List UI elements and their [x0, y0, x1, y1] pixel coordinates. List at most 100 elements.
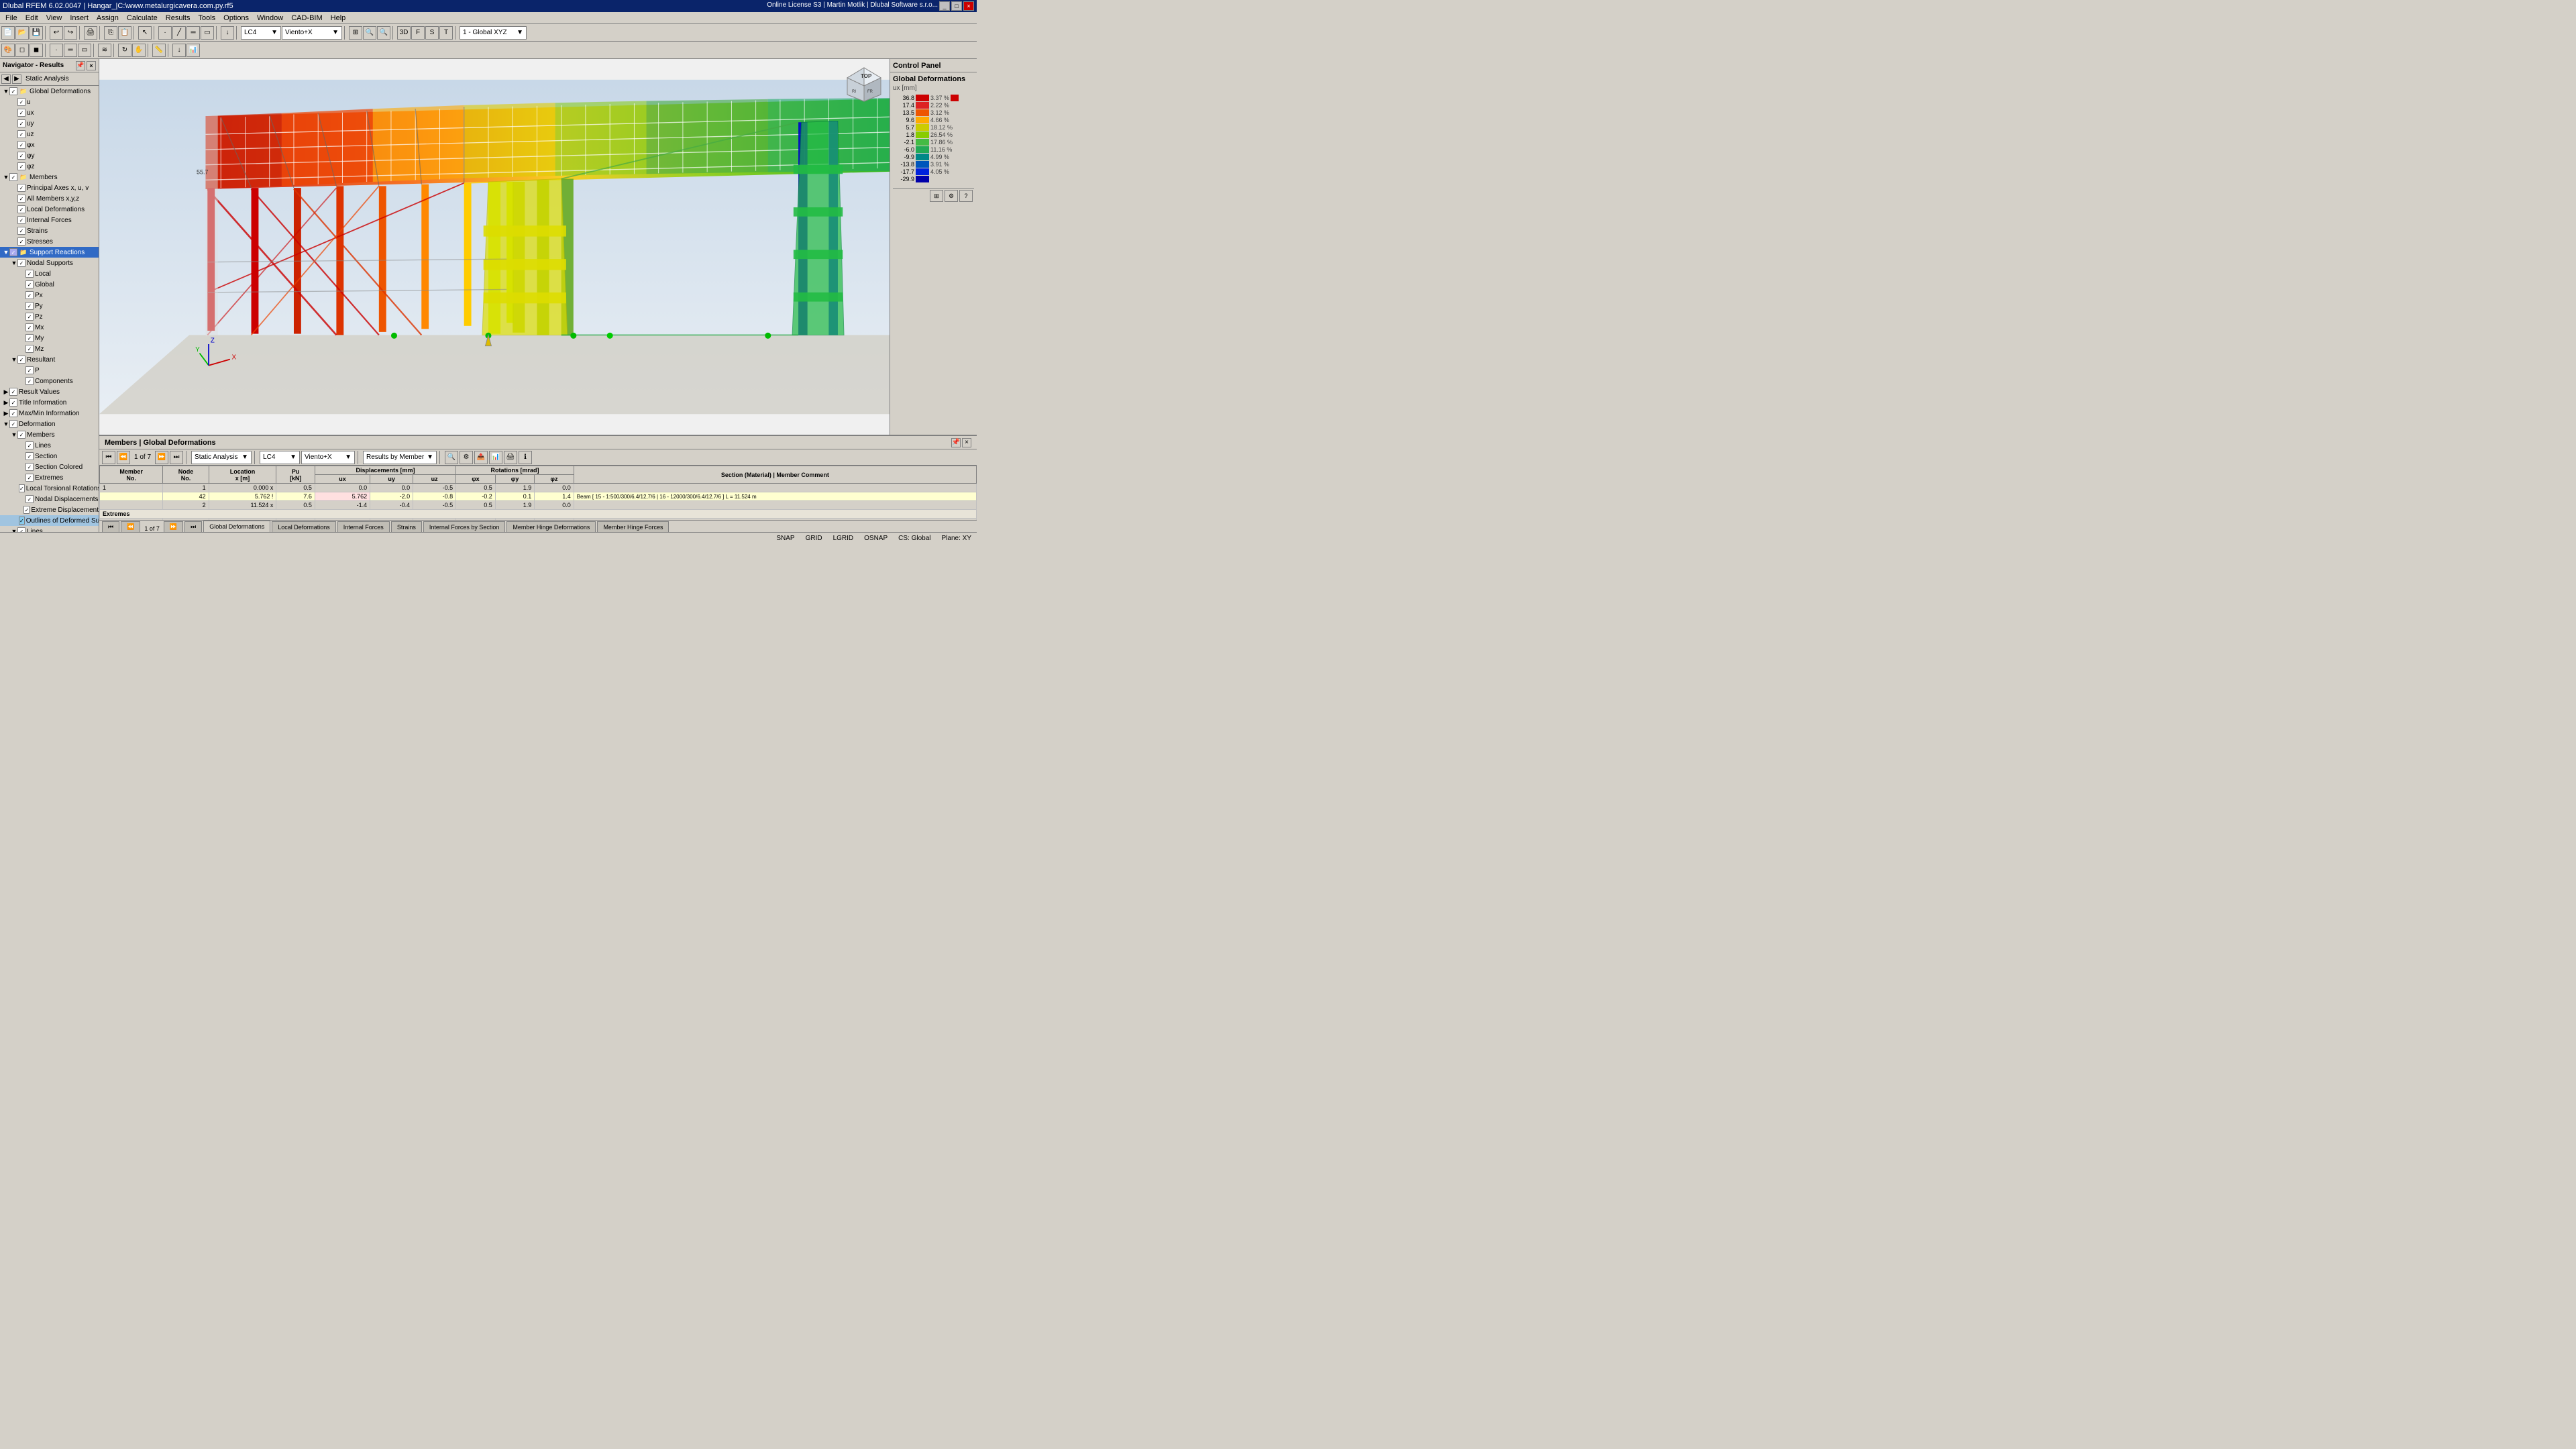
- top-button[interactable]: T: [439, 26, 453, 40]
- tree-nodal-supports[interactable]: ▼ ✓ Nodal Supports: [0, 258, 99, 268]
- checkbox[interactable]: ✓: [17, 195, 25, 203]
- analysis-dropdown[interactable]: Static Analysis▼: [191, 451, 252, 464]
- tab-nav-next[interactable]: ⏩: [164, 521, 183, 532]
- menu-tools[interactable]: Tools: [194, 13, 219, 23]
- show-surfaces-button[interactable]: ▭: [78, 44, 91, 57]
- diagram-button[interactable]: 📊: [489, 451, 502, 464]
- checkbox[interactable]: ✓: [17, 98, 25, 106]
- checkbox[interactable]: ✓: [25, 280, 34, 288]
- tab-nav-prev[interactable]: ⏪: [121, 521, 140, 532]
- checkbox[interactable]: ✓: [25, 334, 34, 342]
- tab-nav-last[interactable]: ⏭: [184, 521, 202, 532]
- tab-member-hinge-forces[interactable]: Member Hinge Forces: [597, 521, 669, 532]
- menu-view[interactable]: View: [42, 13, 66, 23]
- bottom-close-button[interactable]: ×: [962, 438, 971, 447]
- tree-extreme-displacement[interactable]: ✓ Extreme Displacement: [0, 504, 99, 515]
- tree-principal-axes[interactable]: ✓ Principal Axes x, u, v: [0, 182, 99, 193]
- tree-resultant[interactable]: ▼ ✓ Resultant: [0, 354, 99, 365]
- menu-help[interactable]: Help: [327, 13, 350, 23]
- tree-local-deform[interactable]: ✓ Local Deformations: [0, 204, 99, 215]
- checkbox[interactable]: ✓: [9, 420, 17, 428]
- checkbox[interactable]: ✓: [9, 248, 17, 256]
- tree-internal-forces[interactable]: ✓ Internal Forces: [0, 215, 99, 225]
- render-button[interactable]: 🎨: [1, 44, 15, 57]
- tree-local[interactable]: ✓ Local: [0, 268, 99, 279]
- tree-phi-x[interactable]: ✓ φx: [0, 140, 99, 150]
- tree-global-deformations[interactable]: ▼ ✓ 📁 Global Deformations: [0, 86, 99, 97]
- grid-indicator[interactable]: GRID: [806, 535, 822, 542]
- show-nodes-button[interactable]: ·: [50, 44, 63, 57]
- nav-first-button[interactable]: ⏮: [102, 451, 115, 464]
- checkbox[interactable]: ✓: [25, 291, 34, 299]
- info-button[interactable]: ℹ: [519, 451, 532, 464]
- tree-local-torsional[interactable]: ✓ Local Torsional Rotations: [0, 483, 99, 494]
- tree-maxmin-info[interactable]: ▶ ✓ Max/Min Information: [0, 408, 99, 419]
- checkbox[interactable]: ✓: [25, 366, 34, 374]
- checkbox[interactable]: ✓: [25, 323, 34, 331]
- checkbox[interactable]: ✓: [17, 527, 25, 532]
- checkbox[interactable]: ✓: [9, 398, 17, 407]
- front-button[interactable]: F: [411, 26, 425, 40]
- checkbox[interactable]: ✓: [25, 377, 34, 385]
- checkbox[interactable]: ✓: [25, 270, 34, 278]
- solid-button[interactable]: ◼: [30, 44, 43, 57]
- tree-u[interactable]: ✓ u: [0, 97, 99, 107]
- checkbox[interactable]: ✓: [17, 237, 25, 246]
- tree-section[interactable]: ✓ Section: [0, 451, 99, 462]
- tab-internal-forces[interactable]: Internal Forces: [337, 521, 390, 532]
- cp-gear-button[interactable]: ⚙: [945, 190, 958, 202]
- tree-extremes[interactable]: ✓ Extremes: [0, 472, 99, 483]
- menu-insert[interactable]: Insert: [66, 13, 93, 23]
- checkbox[interactable]: ✓: [25, 452, 34, 460]
- tree-section-colored[interactable]: ✓ Section Colored: [0, 462, 99, 472]
- checkbox[interactable]: ✓: [17, 184, 25, 192]
- checkbox[interactable]: ✓: [25, 313, 34, 321]
- tree-ux[interactable]: ✓ ux: [0, 107, 99, 118]
- checkbox[interactable]: ✓: [25, 474, 34, 482]
- open-button[interactable]: 📂: [15, 26, 29, 40]
- lc-dropdown-bottom[interactable]: LC4▼: [260, 451, 300, 464]
- checkbox[interactable]: ✓: [25, 495, 34, 503]
- nav-last-button[interactable]: ⏭: [170, 451, 183, 464]
- member-button[interactable]: ═: [186, 26, 200, 40]
- checkbox[interactable]: ✓: [9, 87, 17, 95]
- checkbox[interactable]: ✓: [19, 484, 25, 492]
- checkbox[interactable]: ✓: [17, 431, 25, 439]
- tree-result-values[interactable]: ▶ ✓ Result Values: [0, 386, 99, 397]
- result-display-button[interactable]: ≋: [98, 44, 111, 57]
- checkbox[interactable]: ✓: [17, 227, 25, 235]
- filter-button[interactable]: 🔍: [445, 451, 458, 464]
- checkbox[interactable]: ✓: [17, 130, 25, 138]
- cp-settings-button[interactable]: ⊞: [930, 190, 943, 202]
- checkbox[interactable]: ✓: [9, 409, 17, 417]
- navigation-cube[interactable]: TOP FR RI: [844, 64, 884, 105]
- pan-button[interactable]: ✋: [132, 44, 146, 57]
- tree-pz[interactable]: ✓ Pz: [0, 311, 99, 322]
- checkbox[interactable]: ✓: [25, 463, 34, 471]
- maximize-button[interactable]: □: [951, 1, 962, 11]
- checkbox[interactable]: ✓: [23, 506, 30, 514]
- checkbox[interactable]: ✓: [17, 119, 25, 127]
- tree-mx[interactable]: ✓ Mx: [0, 322, 99, 333]
- nav-right-button[interactable]: ▶: [12, 74, 21, 84]
- paste-button[interactable]: 📋: [118, 26, 131, 40]
- tab-global-deformations[interactable]: Global Deformations: [203, 521, 270, 532]
- tree-global[interactable]: ✓ Global: [0, 279, 99, 290]
- osnap-indicator[interactable]: OSNAP: [864, 535, 888, 542]
- view3d-button[interactable]: 3D: [397, 26, 411, 40]
- measure-button[interactable]: 📏: [152, 44, 166, 57]
- checkbox[interactable]: ✓: [17, 356, 25, 364]
- menu-calculate[interactable]: Calculate: [123, 13, 162, 23]
- checkbox[interactable]: ✓: [9, 173, 17, 181]
- zoom-all-button[interactable]: ⊞: [349, 26, 362, 40]
- checkbox[interactable]: ✓: [19, 517, 25, 525]
- show-loads-button[interactable]: ↓: [172, 44, 186, 57]
- cp-help-button[interactable]: ?: [959, 190, 973, 202]
- tree-phi-z[interactable]: ✓ φz: [0, 161, 99, 172]
- tree-all-members[interactable]: ✓ All Members x,y,z: [0, 193, 99, 204]
- zoom-in-button[interactable]: 🔍: [363, 26, 376, 40]
- tree-nodal-displacements[interactable]: ✓ Nodal Displacements: [0, 494, 99, 504]
- export-button[interactable]: 📤: [474, 451, 488, 464]
- new-button[interactable]: 📄: [1, 26, 15, 40]
- load-case-dropdown[interactable]: Viento+X▼: [282, 26, 342, 40]
